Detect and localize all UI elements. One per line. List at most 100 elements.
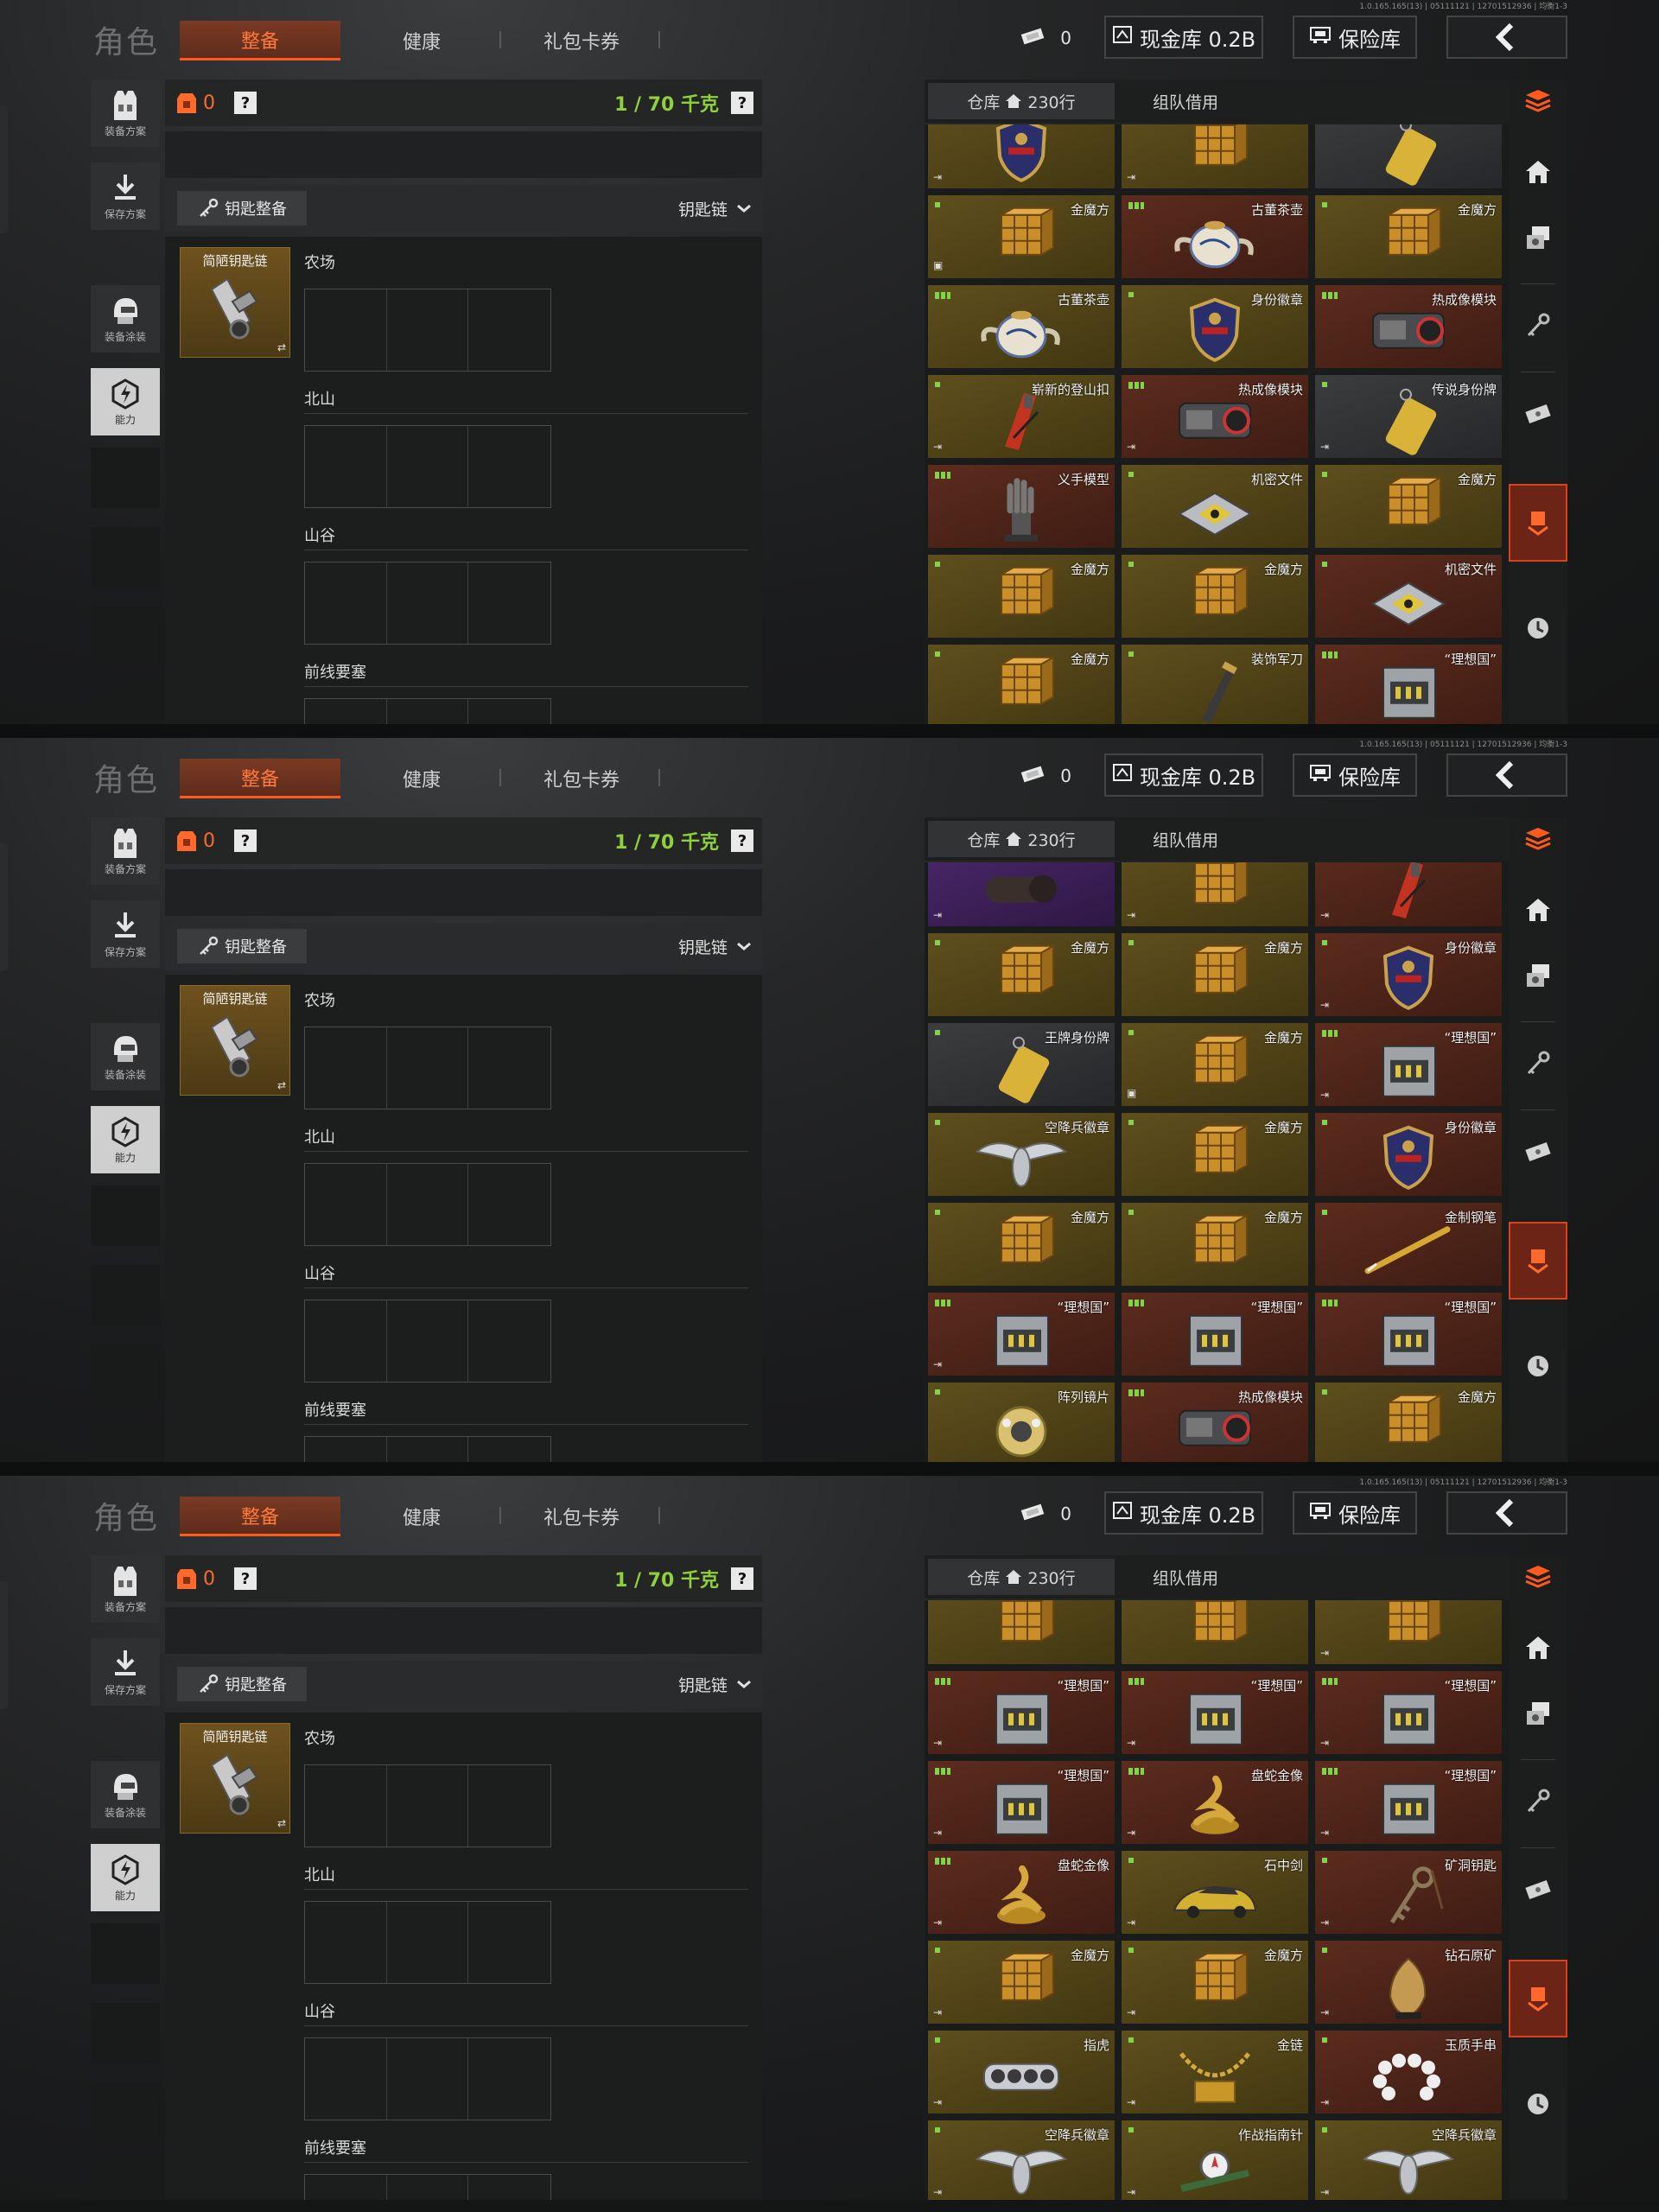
safe-vault-button[interactable]: 保险库	[1293, 16, 1417, 59]
rail-currency[interactable]	[1509, 199, 1567, 276]
tab-gift-cards[interactable]: 礼包卡券	[510, 759, 653, 798]
tab-gift-cards[interactable]: 礼包卡券	[510, 21, 653, 60]
warehouse-item[interactable]: 机密文件	[1315, 555, 1502, 638]
ticket-counter[interactable]: 0	[1011, 1497, 1080, 1530]
key-loadout-button[interactable]: 钥匙整备	[177, 191, 307, 226]
warehouse-item[interactable]: ⇥	[1315, 862, 1502, 926]
ticket-counter[interactable]: 0	[1011, 22, 1080, 54]
key-slots-north-mountain[interactable]	[304, 425, 551, 508]
warehouse-item[interactable]: 古董茶壶	[928, 285, 1115, 368]
tab-health[interactable]: 健康	[353, 21, 491, 60]
warehouse-item[interactable]: ⇥	[1122, 862, 1308, 926]
loadout-plan-button[interactable]: 装备方案	[91, 79, 160, 147]
rail-cash[interactable]	[1509, 375, 1567, 453]
warehouse-item[interactable]: 矿洞钥匙 ⇥	[1315, 1851, 1502, 1934]
warehouse-item[interactable]: “理想国” ⇥	[928, 1761, 1115, 1844]
armor-help-button[interactable]: ?	[234, 1567, 257, 1590]
ability-button[interactable]: 能力	[91, 368, 160, 435]
rail-keys[interactable]	[1509, 287, 1567, 365]
warehouse-item[interactable]: ⇥	[928, 124, 1115, 188]
warehouse-item[interactable]: 身份徽章	[1122, 285, 1308, 368]
key-slots-valley[interactable]	[304, 1300, 551, 1382]
tab-loadout[interactable]: 整备	[180, 1497, 340, 1536]
warehouse-item[interactable]: 金魔方	[1122, 555, 1308, 638]
back-button[interactable]	[1446, 16, 1567, 59]
rail-all-items[interactable]	[1509, 1555, 1567, 1599]
tab-team-borrow[interactable]: 组队借用	[1118, 821, 1253, 857]
warehouse-item[interactable]: 金魔方	[928, 555, 1115, 638]
warehouse-item[interactable]: 空降兵徽章	[928, 1113, 1115, 1196]
warehouse-item[interactable]	[928, 1600, 1115, 1664]
tab-loadout[interactable]: 整备	[180, 21, 340, 60]
rail-history[interactable]	[1509, 589, 1567, 667]
cash-vault-button[interactable]: 现金库 0.2B	[1104, 16, 1263, 59]
cash-vault-button[interactable]: 现金库 0.2B	[1104, 753, 1263, 797]
rail-currency[interactable]	[1509, 1675, 1567, 1752]
tab-warehouse[interactable]: 仓库 230行	[928, 83, 1115, 119]
warehouse-item[interactable]: 古董茶壶	[1122, 195, 1308, 278]
keychain-slot[interactable]: 简陋钥匙链 ⇄	[180, 985, 290, 1096]
warehouse-item[interactable]: 装饰军刀	[1122, 645, 1308, 724]
ability-button[interactable]: 能力	[91, 1844, 160, 1911]
warehouse-item[interactable]	[1315, 124, 1502, 188]
key-slots-frontline-fortress[interactable]	[304, 2174, 551, 2200]
loadout-plan-button[interactable]: 装备方案	[91, 1555, 160, 1623]
warehouse-item[interactable]: 金魔方	[1315, 1382, 1502, 1462]
key-loadout-button[interactable]: 钥匙整备	[177, 929, 307, 963]
warehouse-item[interactable]	[1122, 1600, 1308, 1664]
weight-help-button[interactable]: ?	[731, 92, 753, 114]
warehouse-item[interactable]: “理想国” ⇥	[928, 1671, 1115, 1754]
save-plan-button[interactable]: 保存方案	[91, 900, 160, 968]
equipment-skin-button[interactable]: 装备涂装	[91, 1023, 160, 1090]
warehouse-item[interactable]: 金魔方	[1315, 465, 1502, 548]
keychain-slot[interactable]: 简陋钥匙链 ⇄	[180, 1723, 290, 1834]
back-button[interactable]	[1446, 1491, 1567, 1535]
cash-vault-button[interactable]: 现金库 0.2B	[1104, 1491, 1263, 1535]
warehouse-item[interactable]: 传说身份牌 ⇥	[1315, 375, 1502, 458]
warehouse-item[interactable]: 崭新的登山扣 ⇥	[928, 375, 1115, 458]
warehouse-item[interactable]: 金魔方	[1122, 933, 1308, 1016]
rail-keys[interactable]	[1509, 1763, 1567, 1840]
warehouse-item[interactable]: 石中剑 ⇥	[1122, 1851, 1308, 1934]
warehouse-item[interactable]: 金魔方	[928, 1203, 1115, 1286]
warehouse-item[interactable]: 机密文件	[1122, 465, 1308, 548]
warehouse-item[interactable]: “理想国”	[1122, 1293, 1308, 1376]
warehouse-item[interactable]: 身份徽章 ⇥	[1315, 933, 1502, 1016]
tab-health[interactable]: 健康	[353, 1497, 491, 1536]
weight-help-button[interactable]: ?	[731, 1567, 753, 1590]
warehouse-item[interactable]: ⇥	[1122, 124, 1308, 188]
key-slots-valley[interactable]	[304, 562, 551, 645]
key-slots-north-mountain[interactable]	[304, 1901, 551, 1984]
warehouse-item[interactable]: 作战指南针 ⇥	[1122, 2120, 1308, 2200]
rail-cash[interactable]	[1509, 1851, 1567, 1929]
tab-health[interactable]: 健康	[353, 759, 491, 798]
warehouse-item[interactable]: 热成像模块	[1122, 1382, 1308, 1462]
rail-history[interactable]	[1509, 1327, 1567, 1405]
warehouse-item[interactable]: 金魔方 ⇥	[928, 1941, 1115, 2024]
tab-team-borrow[interactable]: 组队借用	[1118, 83, 1253, 119]
loadout-plan-button[interactable]: 装备方案	[91, 817, 160, 885]
keychain-select[interactable]: 钥匙链	[678, 1673, 752, 1696]
armor-help-button[interactable]: ?	[234, 830, 257, 852]
warehouse-item[interactable]: 盘蛇金像 ⇥	[928, 1851, 1115, 1934]
keychain-select[interactable]: 钥匙链	[678, 197, 752, 220]
warehouse-item[interactable]: 玉质手串 ⇥	[1315, 2031, 1502, 2113]
warehouse-item[interactable]: “理想国” ⇥	[1122, 1671, 1308, 1754]
key-slots-north-mountain[interactable]	[304, 1163, 551, 1246]
warehouse-item[interactable]: 王牌身份牌	[928, 1023, 1115, 1106]
warehouse-item[interactable]: 金链 ⇥	[1122, 2031, 1308, 2113]
key-loadout-button[interactable]: 钥匙整备	[177, 1667, 307, 1701]
warehouse-item[interactable]: 盘蛇金像 ⇥	[1122, 1761, 1308, 1844]
save-plan-button[interactable]: 保存方案	[91, 162, 160, 230]
warehouse-item[interactable]: 空降兵徽章 ⇥	[928, 2120, 1115, 2200]
warehouse-item[interactable]: “理想国” ⇥	[1315, 1761, 1502, 1844]
warehouse-item[interactable]: 金魔方	[928, 645, 1115, 724]
weight-help-button[interactable]: ?	[731, 830, 753, 852]
rail-collectibles[interactable]	[1509, 484, 1567, 562]
tab-loadout[interactable]: 整备	[180, 759, 340, 798]
tab-team-borrow[interactable]: 组队借用	[1118, 1559, 1253, 1595]
warehouse-item[interactable]: “理想国” ⇥	[1315, 1671, 1502, 1754]
warehouse-item[interactable]: 金魔方 ▣	[1122, 1023, 1308, 1106]
side-handle[interactable]	[0, 1581, 8, 1709]
rail-all-items[interactable]	[1509, 817, 1567, 861]
